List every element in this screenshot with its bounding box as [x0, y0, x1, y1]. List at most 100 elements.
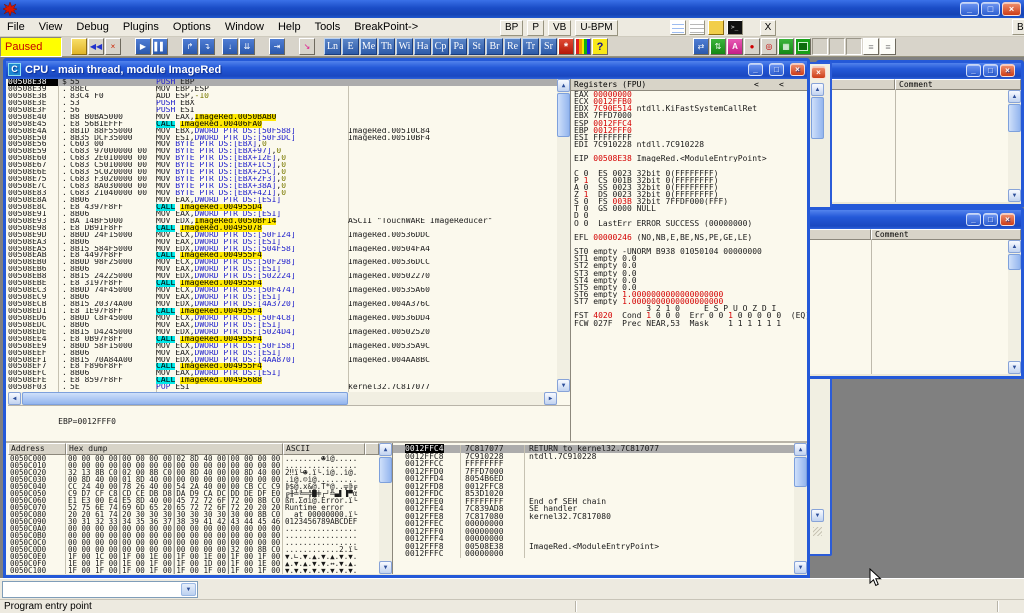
disasm-row[interactable]: 00508E67.C683 C5010000 00MOV BYTE PTR DS…	[8, 162, 557, 169]
toolbar-Cp-button[interactable]: Cp	[432, 38, 449, 55]
register-line[interactable]: ST1 empty 0.0	[571, 255, 807, 262]
scrollbar[interactable]: ▲ ▼	[1008, 90, 1021, 202]
disasm-row[interactable]: 00508EF7.E8 F896F8FFCALL ImageRed.004955…	[8, 363, 557, 370]
log-window-button[interactable]: ≡	[863, 38, 879, 55]
step-over-button[interactable]: ↴	[199, 38, 215, 55]
toolbar-Me-button[interactable]: Me	[360, 38, 377, 55]
menu-debug[interactable]: Debug	[69, 19, 115, 35]
scroll-thumb[interactable]	[557, 93, 570, 137]
disasm-row[interactable]: 00508ECB.8B15 20374A00MOV EDX,DWORD PTR …	[8, 301, 557, 308]
toolbar-Re-button[interactable]: Re	[504, 38, 521, 55]
stack-row[interactable]: 0012FFF000000000	[393, 528, 794, 536]
maximize-button[interactable]: □	[981, 2, 1000, 16]
dump-row[interactable]: 0050C0E01F 00 1C 00|1F 00 1E 00|1F 00 1E…	[8, 553, 379, 560]
menu-options[interactable]: Options	[166, 19, 218, 35]
plugin-close-button[interactable]: X	[760, 20, 777, 36]
column-header-comment[interactable]: Comment	[895, 79, 1021, 90]
menu-window[interactable]: Window	[218, 19, 271, 35]
disasm-row[interactable]: 00508EA5.8B15 584F5000MOV EDX,DWORD PTR …	[8, 246, 557, 253]
dump-row[interactable]: 0050C01000 00 00 00|00 00 00 00|00 00 00…	[8, 462, 379, 469]
toolbar-Ln-button[interactable]: Ln	[324, 38, 341, 55]
disasm-row[interactable]: 00508EE4.E8 0B97F8FFCALL ImageRed.004955…	[8, 336, 557, 343]
collapse-icon[interactable]: <	[779, 79, 784, 90]
cpu-window[interactable]: C CPU - main thread, module ImageRed _ □…	[3, 58, 810, 578]
dump-row[interactable]: 0050C07052 75 6E 74|69 6D 65 20|65 72 72…	[8, 504, 379, 511]
scroll-up-icon[interactable]: ▲	[811, 83, 824, 96]
toolbar-St-button[interactable]: St	[468, 38, 485, 55]
toolbar-E-button[interactable]: E	[342, 38, 359, 55]
update-button[interactable]: ⇅	[710, 38, 726, 55]
resize-grip[interactable]	[813, 527, 822, 536]
scroll-thumb[interactable]	[22, 392, 348, 405]
open-folder-icon[interactable]	[708, 20, 724, 35]
execute-till-return-button[interactable]: ⇥	[269, 38, 285, 55]
disasm-row[interactable]: 00508EDC.8B06MOV EAX,DWORD PTR DS:[ESI]	[8, 322, 557, 329]
menu-breakpoint[interactable]: BreakPoint->	[347, 19, 425, 35]
scroll-down-icon[interactable]: ▼	[1008, 189, 1021, 202]
disasm-row[interactable]: 00508E39.8BECMOV EBP,ESP	[8, 86, 557, 93]
scroll-up-icon[interactable]: ▲	[379, 443, 392, 456]
dump-pane[interactable]: AddressHex dumpASCII 0050C00000 00 00 00…	[8, 443, 379, 574]
stack-row[interactable]: 0012FFD48054B6ED	[393, 475, 794, 483]
register-line[interactable]	[571, 148, 807, 155]
scroll-thumb[interactable]	[1008, 104, 1021, 132]
scroll-down-icon[interactable]: ▼	[1008, 361, 1021, 374]
restart-button[interactable]: ◀◀	[88, 38, 104, 55]
register-line[interactable]: D 0	[571, 212, 807, 219]
register-line[interactable]: EDI 7C910228 ntdll.7C910228	[571, 141, 807, 148]
register-line[interactable]: FST 4020 Cond 1 0 0 0 Err 0 0 1 0 0 0 0 …	[571, 312, 807, 319]
dump-row[interactable]: 0050C00000 00 00 00|00 00 00 00|02 8D 40…	[8, 455, 379, 462]
disasm-row[interactable]: 00508EF1.8B15 70A84A00MOV EDX,DWORD PTR …	[8, 357, 557, 364]
stack-row[interactable]: 0012FFFC00000000	[393, 550, 794, 558]
disasm-row[interactable]: 00508E60.C683 2E010000 00MOV BYTE PTR DS…	[8, 155, 557, 162]
toolbar-Ha-button[interactable]: Ha	[414, 38, 431, 55]
scroll-up-icon[interactable]: ▲	[794, 443, 807, 456]
stack-row[interactable]: 0012FFE87C817080kernel32.7C817080	[393, 513, 794, 521]
disasm-row[interactable]: 00508E3B.83C4 F0ADD ESP,-10	[8, 93, 557, 100]
command-combobox[interactable]: ▼	[2, 581, 198, 598]
toolbar-Th-button[interactable]: Th	[378, 38, 395, 55]
stack-row[interactable]: 0012FFE47C839AD8SE handler	[393, 505, 794, 513]
maximize-button[interactable]: □	[983, 64, 998, 77]
empty-slot-2-button[interactable]	[829, 38, 845, 55]
disasm-row[interactable]: 00508E8A.8B06MOV EAX,DWORD PTR DS:[ESI]	[8, 197, 557, 204]
close-icon[interactable]: ×	[1000, 64, 1015, 77]
register-line[interactable]: EBP 0012FFF0	[571, 127, 807, 134]
scroll-right-icon[interactable]: ▶	[544, 392, 557, 405]
trace-log-button[interactable]: ◎	[761, 38, 777, 55]
close-button[interactable]: ×	[1002, 2, 1021, 16]
register-line[interactable]	[571, 241, 807, 248]
disasm-row[interactable]: 00508EC9.8B06MOV EAX,DWORD PTR DS:[ESI]	[8, 294, 557, 301]
register-line[interactable]: ECX 0012FFB0	[571, 98, 807, 105]
disasm-row[interactable]: 00508EB8.8B15 24225000MOV EDX,DWORD PTR …	[8, 273, 557, 280]
options-button[interactable]: *	[558, 38, 574, 55]
register-line[interactable]: EAX 00000000	[571, 91, 807, 98]
column-header-blank[interactable]	[809, 229, 871, 240]
stack-row[interactable]: 0012FFD07FFD7000	[393, 468, 794, 476]
disasm-row[interactable]: 00508E38$55PUSH EBP	[8, 79, 557, 86]
comment-window-middle[interactable]: _ □ × Comment ▲ ▼	[806, 207, 1024, 379]
register-line[interactable]: ST0 empty -UNORM B938 01050104 00000000	[571, 248, 807, 255]
scroll-down-icon[interactable]: ▼	[794, 561, 807, 574]
dump-row[interactable]: 0050C0B000 00 00 00|00 00 00 00|00 00 00…	[8, 532, 379, 539]
plugin-vb-button[interactable]: VB	[548, 20, 571, 36]
menu-help[interactable]: Help	[271, 19, 308, 35]
minimize-button[interactable]: _	[966, 213, 981, 226]
register-line[interactable]: A 0 SS 0023 32bit 0(FFFFFFFF)	[571, 184, 807, 191]
register-line[interactable]: ST3 empty 0.0	[571, 270, 807, 277]
screen-button[interactable]	[795, 38, 811, 55]
maximize-button[interactable]: □	[983, 213, 998, 226]
toolbar-Pa-button[interactable]: Pa	[450, 38, 467, 55]
info-pane[interactable]: EBP=0012FFF0	[8, 405, 570, 441]
scrollbar[interactable]: ▲ ▼	[1008, 240, 1021, 374]
scroll-thumb[interactable]	[1008, 254, 1021, 270]
disassembly-scrollbar[interactable]: ▲ ▼	[557, 79, 570, 392]
register-line[interactable]: ST5 empty 0.0	[571, 284, 807, 291]
dump-row[interactable]: 0050C03000 8D 40 00|01 8D 40 00|00 00 00…	[8, 476, 379, 483]
stack-row[interactable]: 0012FFF400000000	[393, 535, 794, 543]
disasm-row[interactable]: 00508EE9.8B0D 58F15000MOV ECX,DWORD PTR …	[8, 343, 557, 350]
register-line[interactable]: ST4 empty 0.0	[571, 277, 807, 284]
disasm-row[interactable]: 00508EFE.E8 8597F8FFCALL ImageRed.004956…	[8, 377, 557, 384]
disasm-row[interactable]: 00508E50.8B35 DCF35000MOV ESI,DWORD PTR …	[8, 135, 557, 142]
disasm-row[interactable]: 00508EBE.E8 3197F8FFCALL ImageRed.004955…	[8, 280, 557, 287]
